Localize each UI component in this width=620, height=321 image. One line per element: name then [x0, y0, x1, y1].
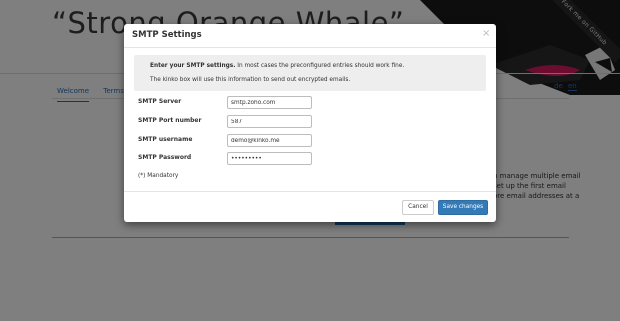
mandatory-note: (*) Mandatory: [138, 173, 179, 179]
dialog-header: SMTP Settings ×: [124, 24, 496, 48]
smtp-password-input[interactable]: [227, 152, 312, 165]
info-line-2: The kinko box will use this information …: [150, 77, 351, 83]
close-icon[interactable]: ×: [482, 28, 490, 39]
info-box: Enter your SMTP settings. In most cases …: [134, 55, 486, 91]
info-line-1-bold: Enter your SMTP settings.: [150, 63, 236, 69]
cancel-button[interactable]: Cancel: [402, 200, 434, 215]
info-line-1: Enter your SMTP settings. In most cases …: [150, 63, 404, 69]
save-changes-button[interactable]: Save changes: [438, 200, 488, 215]
smtp-server-label: SMTP Server: [138, 98, 182, 105]
smtp-port-label: SMTP Port number: [138, 117, 202, 124]
smtp-username-label: SMTP username: [138, 136, 193, 143]
smtp-port-input[interactable]: [227, 115, 312, 128]
smtp-server-input[interactable]: [227, 96, 312, 109]
dialog-title: SMTP Settings: [132, 30, 202, 40]
dialog-footer-divider: [124, 191, 496, 192]
info-line-1-rest: In most cases the preconfigured entries …: [235, 63, 405, 69]
smtp-settings-dialog: SMTP Settings × Enter your SMTP settings…: [124, 24, 496, 222]
smtp-username-input[interactable]: [227, 134, 312, 147]
smtp-password-label: SMTP Password: [138, 154, 192, 161]
